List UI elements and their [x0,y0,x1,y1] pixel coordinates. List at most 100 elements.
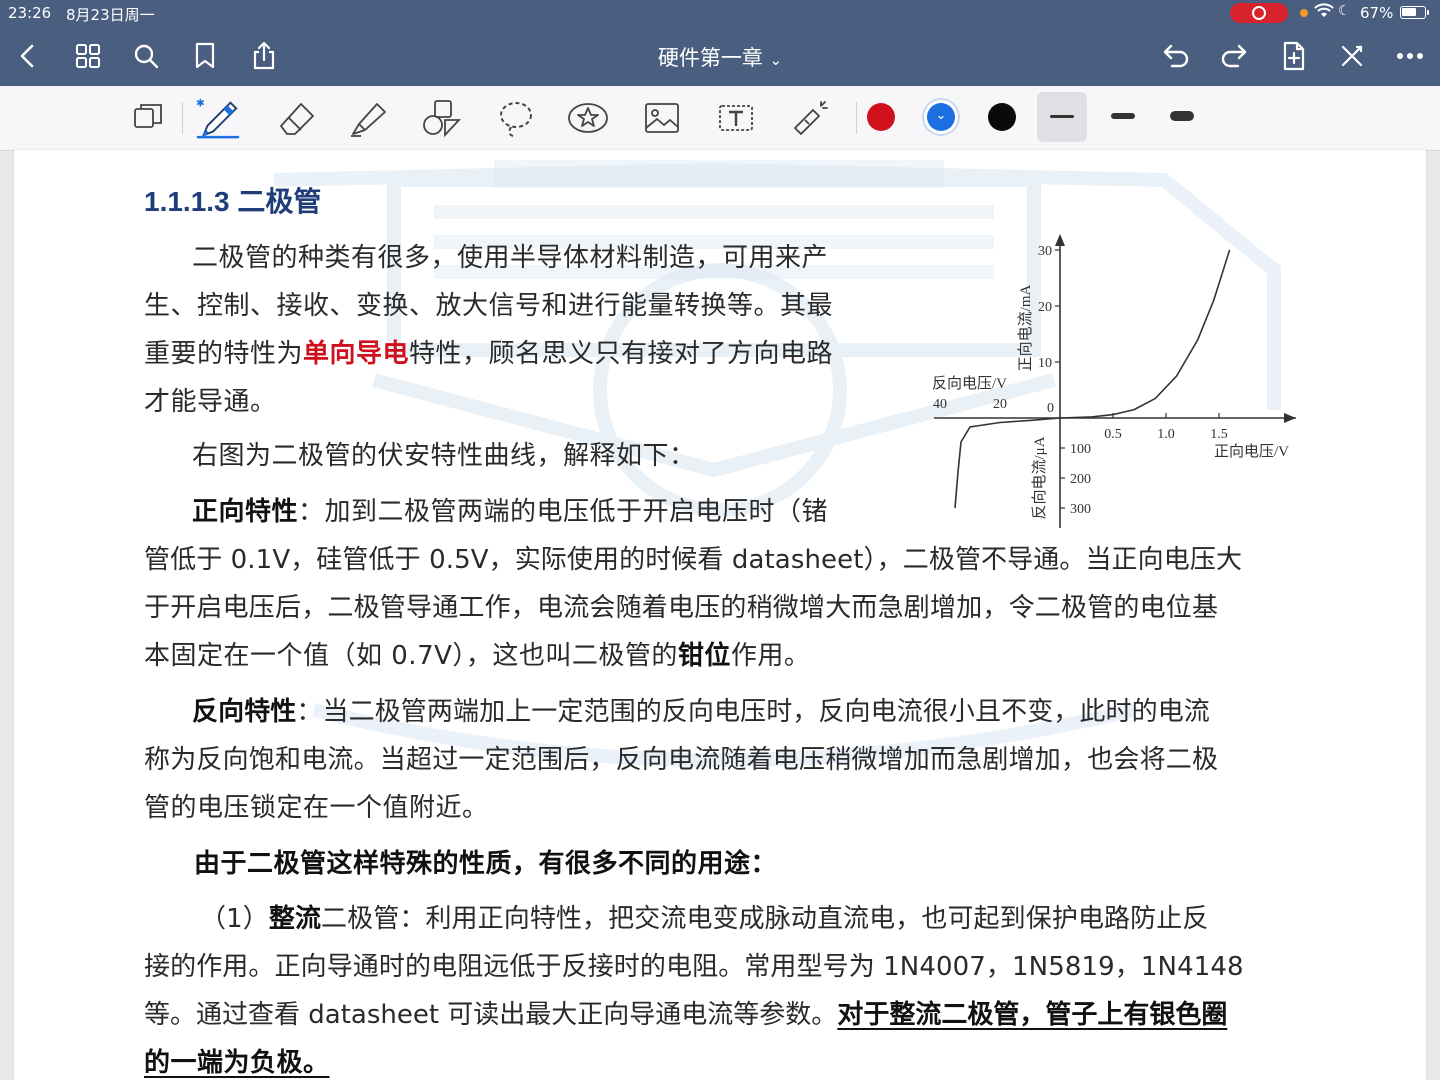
bookmark-icon[interactable] [187,38,223,74]
sticker-icon[interactable] [566,96,610,140]
paragraph-line: 正向特性：加到二极管两端的电压低于开启电压时（锗 [192,488,828,536]
grid-view-icon[interactable] [70,38,106,74]
document-nav-bar: 硬件第一章 ⌄ [0,26,1440,86]
bold-term: 钳位 [677,641,731,671]
svg-text:✱: ✱ [196,98,205,110]
x-tick-label: 0.5 [1104,427,1122,442]
battery-level [1402,8,1416,16]
paragraph-line: 接的作用。正向导通时的电阻远低于反接时的电阻。常用型号为 1N4007，1N58… [144,952,1244,982]
toolbar-divider [182,102,183,134]
underlined-note: 的一端为负极。 [144,1048,330,1078]
back-icon[interactable] [10,38,46,74]
section-heading: 1.1.1.3 二极管 [144,186,322,217]
paragraph-line: 于开启电压后，二极管导通工作，电流会随着电压的稍微增大而急剧增加，令二极管的电位… [144,593,1219,623]
bold-term: 整流 [268,904,322,934]
y-tick-label: 10 [1038,356,1052,371]
status-time: 23:26 [8,4,52,22]
highlighter-icon[interactable] [346,96,390,140]
y-axis-label-reverse: 反向电流/μA [1031,436,1048,519]
document-page[interactable]: 1.1.1.3 二极管 二极管的种类有很多，使用半导体材料制造，可用来产 生、控… [14,150,1426,1080]
text-run: 作用。 [730,641,811,671]
x-tick-label: 20 [993,397,1007,412]
focus-moon-icon: ☾ [1338,3,1351,19]
highlighted-term: 单向导电 [303,339,410,369]
paragraph-line: （1）整流二极管：利用正向特性，把交流电变成脉动直流电，也可起到保护电路防止反 [200,895,1208,943]
more-icon[interactable] [1392,38,1428,74]
text-run: （1） [200,904,269,934]
y-tick-label: 200 [1070,472,1091,487]
close-pen-mode-icon[interactable] [1334,38,1370,74]
share-icon[interactable] [246,38,282,74]
paragraph-line: 反向特性：当二极管两端加上一定范围的反向电压时，反向电流很小且不变，此时的电流 [192,688,1210,736]
x-axis-arrow [1284,413,1296,423]
text-run: 重要的特性为 [144,339,304,369]
text-run: ：加到二极管两端的电压低于开启电压时（锗 [298,497,829,527]
add-page-icon[interactable] [1276,38,1312,74]
search-icon[interactable] [128,38,164,74]
drawing-toolbar: ✱ [0,86,1440,151]
x-tick-label: 1.5 [1210,427,1228,442]
paragraph-line: 的一端为负极。 [144,1039,330,1080]
paragraph-line: 等。通过查看 datasheet 可读出最大正向导通电流等参数。对于整流二极管，… [144,991,1227,1039]
mic-indicator-icon [1300,9,1308,17]
bold-label: 反向特性 [192,697,297,727]
text-icon[interactable] [714,96,758,140]
redo-icon[interactable] [1216,38,1252,74]
bold-label: 正向特性 [192,497,299,527]
diode-iv-chart: 0.5 1.0 1.5 40 20 30 20 10 100 200 300 0 反向电压/V 正向… [932,234,1296,528]
text-run: 二极管：利用正向特性，把交流电变成脉动直流电，也可起到保护电路防止反 [321,904,1209,934]
x-axis-label-reverse: 反向电压/V [932,375,1007,392]
text-run: 等。通过查看 datasheet 可读出最大正向导通电流等参数。 [144,1000,838,1030]
battery-percentage: 67% [1360,4,1394,22]
paragraph-line: 由于二极管这样特殊的性质，有很多不同的用途： [194,849,778,879]
pen-icon[interactable]: ✱ [196,96,240,140]
wifi-icon [1314,3,1334,23]
paragraph-line: 重要的特性为单向导电特性，顾名思义只有接对了方向电路 [144,330,833,378]
stroke-medium-option[interactable] [1111,113,1135,119]
y-tick-label: 20 [1038,300,1052,315]
paragraph-line: 称为反向饱和电流。当超过一定范围后，反向电流随着电压稍微增加而急剧增加，也会将二… [144,745,1219,775]
y-axis-arrow [1055,234,1065,246]
text-run: 特性，顾名思义只有接对了方向电路 [409,339,834,369]
undo-icon[interactable] [1158,38,1194,74]
forward-curve [1059,249,1231,419]
document-title-text[interactable]: 硬件第一章 [658,46,763,70]
toolbar-divider [856,102,857,134]
color-black-swatch[interactable] [988,103,1016,131]
y-tick-label: 300 [1070,502,1091,517]
status-bar: 23:26 8月23日周一 ☾ 67% [0,0,1440,26]
laser-pointer-icon[interactable] [788,96,832,140]
x-axis-label-forward: 正向电压/V [1214,443,1289,460]
screen-recording-icon[interactable] [1230,3,1288,23]
color-red-swatch[interactable] [867,103,895,131]
underlined-note: 对于整流二极管，管子上有银色圈 [837,1000,1228,1030]
image-icon[interactable] [640,96,684,140]
chevron-down-icon[interactable]: ⌄ [770,51,783,69]
y-tick-label: 100 [1070,442,1091,457]
text-run: ：当二极管两端加上一定范围的反向电压时，反向电流很小且不变，此时的电流 [296,697,1210,727]
paragraph-line: 本固定在一个值（如 0.7V），这也叫二极管的钳位作用。 [144,632,810,680]
y-tick-label: 30 [1038,244,1052,259]
layout-icon[interactable] [126,96,170,140]
y-axis-label-forward: 正向电流/mA [1017,285,1034,372]
status-date: 8月23日周一 [66,6,155,24]
paragraph-line: 才能导通。 [144,387,277,417]
chevron-down-icon: ⌄ [935,108,947,123]
paragraph-line: 二极管的种类有很多，使用半导体材料制造，可用来产 [192,243,829,273]
shapes-icon[interactable] [420,96,464,140]
lasso-icon[interactable] [494,96,538,140]
paragraph-line: 生、控制、接收、变换、放大信号和进行能量转换等。其最 [144,291,834,321]
paragraph-line: 右图为二极管的伏安特性曲线，解释如下： [192,441,696,471]
paragraph-line: 管低于 0.1V，硅管低于 0.5V，实际使用的时候看 datasheet），二… [144,545,1243,575]
stroke-thin-icon [1050,115,1074,118]
x-tick-label: 40 [933,397,947,412]
stroke-thick-option[interactable] [1170,111,1194,121]
color-blue-swatch[interactable]: ⌄ [927,103,955,131]
origin-label: 0 [1047,401,1054,416]
paragraph-line: 管的电压锁定在一个值附近。 [144,793,489,823]
eraser-icon[interactable] [274,96,318,140]
stroke-thin-option[interactable] [1037,92,1087,142]
x-tick-label: 1.0 [1157,427,1175,442]
text-run: 本固定在一个值（如 0.7V），这也叫二极管的 [144,641,678,671]
battery-icon [1400,6,1429,19]
